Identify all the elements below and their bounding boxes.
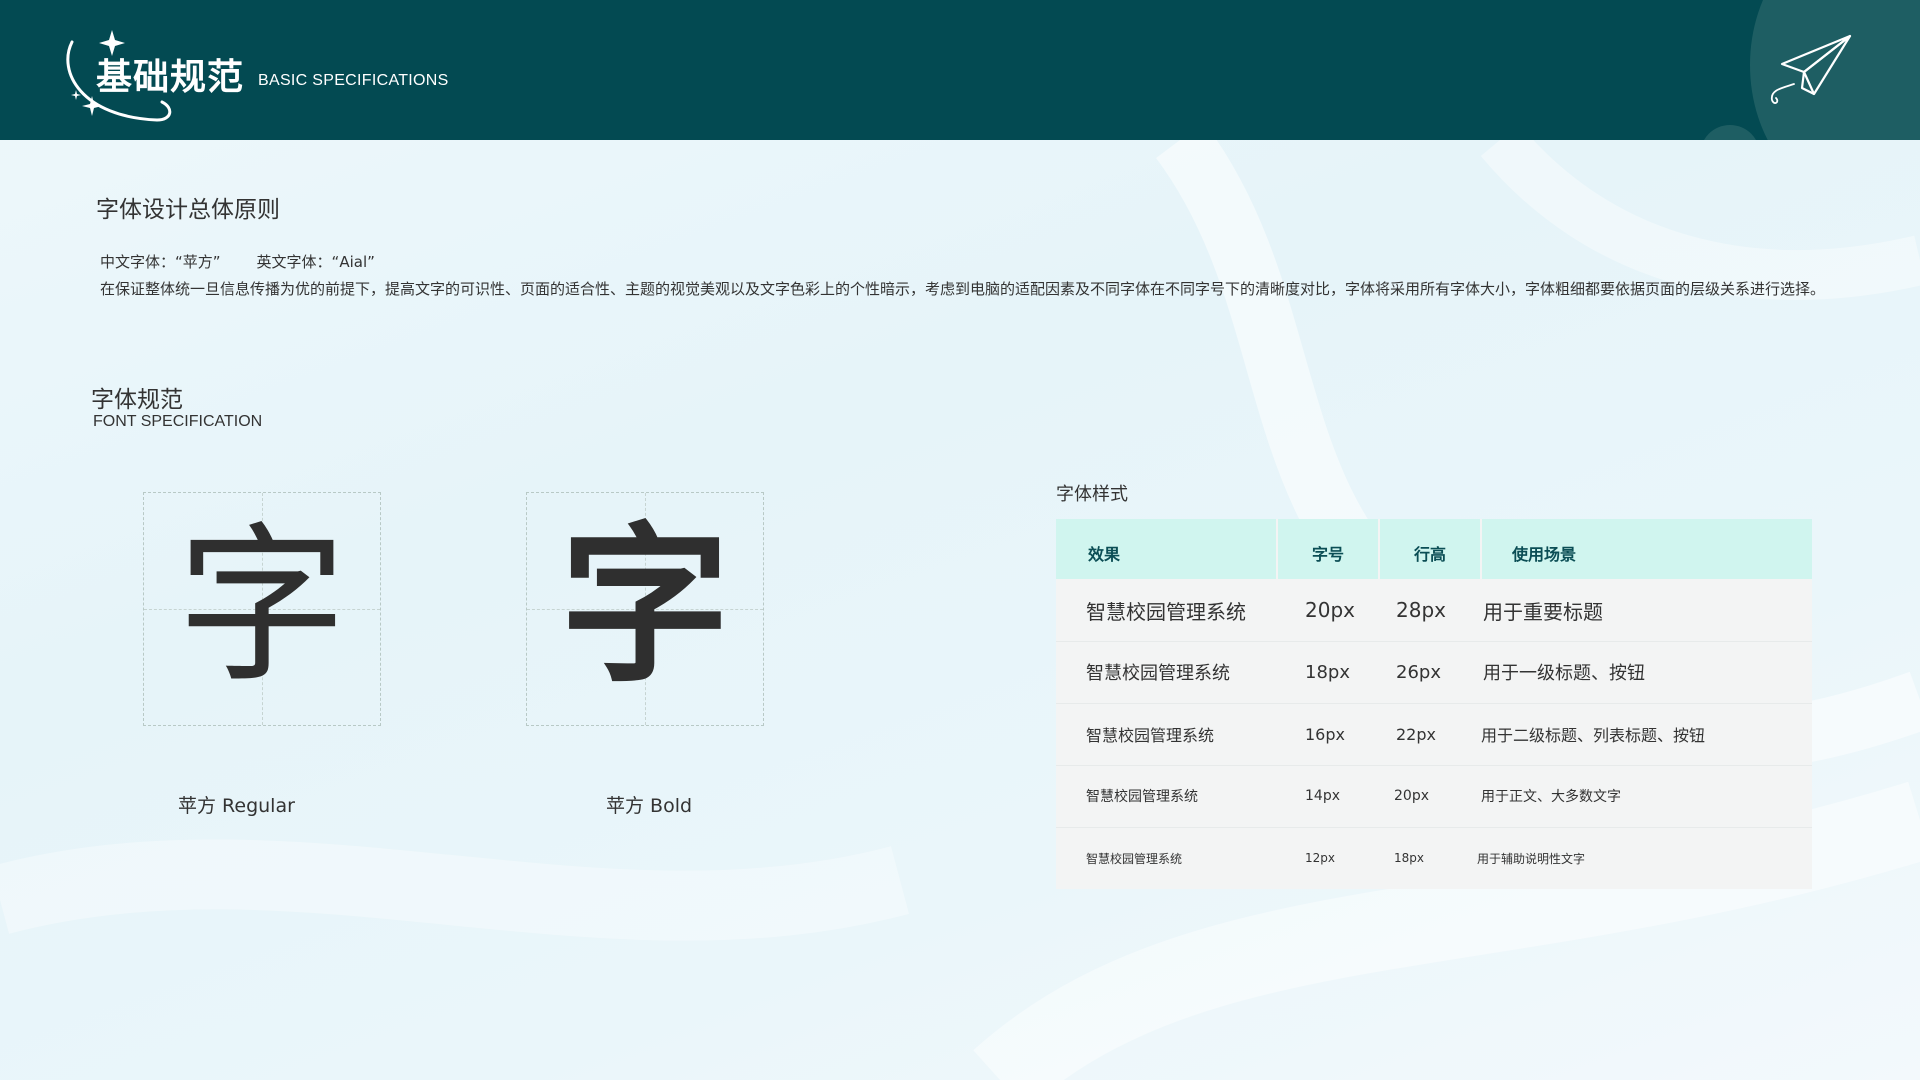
font-spec-heading: 字体规范 <box>91 387 183 413</box>
glyph-sample-regular: 字 <box>143 492 381 726</box>
principles-heading: 字体设计总体原则 <box>96 197 280 223</box>
page-title: 基础规范 <box>96 57 245 98</box>
header-size: 字号 <box>1278 519 1378 579</box>
header-line-height: 行高 <box>1380 519 1480 579</box>
cell-usage: 用于辅助说明性文字 <box>1477 851 1586 866</box>
cell-line-height: 18px <box>1394 851 1424 865</box>
cell-size: 12px <box>1305 851 1335 865</box>
page-subtitle: BASIC SPECIFICATIONS <box>258 72 449 89</box>
cell-usage: 用于重要标题 <box>1483 599 1603 624</box>
font-styles-table: 效果 字号 行高 使用场景 智慧校园管理系统 20px 28px 用于重要标题 … <box>1056 519 1812 889</box>
cell-line-height: 22px <box>1396 724 1436 744</box>
cell-effect: 智慧校园管理系统 <box>1086 851 1183 866</box>
bold-caption: 苹方 Bold <box>606 795 693 817</box>
header-usage: 使用场景 <box>1482 519 1812 579</box>
principles-description: 在保证整体统一旦信息传播为优的前提下，提高文字的可识性、页面的适合性、主题的视觉… <box>100 280 1826 298</box>
cell-line-height: 28px <box>1396 598 1446 622</box>
regular-caption: 苹方 Regular <box>178 795 295 817</box>
chinese-font-label: 中文字体：“苹方” <box>100 253 221 271</box>
cell-usage: 用于二级标题、列表标题、按钮 <box>1481 726 1706 745</box>
cell-effect: 智慧校园管理系统 <box>1086 726 1215 745</box>
font-family-line: 中文字体：“苹方” 英文字体：“Aial” <box>100 251 411 272</box>
header-effect: 效果 <box>1056 519 1276 579</box>
cell-size: 16px <box>1305 724 1345 744</box>
table-row: 智慧校园管理系统 16px 22px 用于二级标题、列表标题、按钮 <box>1056 703 1812 766</box>
english-font-label: 英文字体：“Aial” <box>256 253 375 271</box>
font-spec-subheading: FONT SPECIFICATION <box>93 413 263 430</box>
cell-size: 18px <box>1305 661 1350 683</box>
cell-effect: 智慧校园管理系统 <box>1086 789 1198 805</box>
glyph-regular: 字 <box>176 508 347 706</box>
header-bar: 基础规范 BASIC SPECIFICATIONS <box>0 0 1920 140</box>
table-row: 智慧校园管理系统 20px 28px 用于重要标题 <box>1056 579 1812 642</box>
cell-line-height: 20px <box>1394 788 1429 804</box>
cell-line-height: 26px <box>1396 661 1441 683</box>
cell-size: 14px <box>1305 788 1340 804</box>
glyph-bold: 字 <box>559 508 730 706</box>
table-row: 智慧校园管理系统 14px 20px 用于正文、大多数文字 <box>1056 765 1812 828</box>
table-row: 智慧校园管理系统 18px 26px 用于一级标题、按钮 <box>1056 641 1812 704</box>
cell-effect: 智慧校园管理系统 <box>1086 663 1230 684</box>
header-decor-circle-small <box>1700 125 1760 140</box>
glyph-sample-bold: 字 <box>526 492 764 726</box>
cell-size: 20px <box>1305 598 1355 622</box>
font-styles-label: 字体样式 <box>1056 484 1128 505</box>
cell-effect: 智慧校园管理系统 <box>1086 599 1246 624</box>
cell-usage: 用于一级标题、按钮 <box>1483 663 1645 684</box>
table-row: 智慧校园管理系统 12px 18px 用于辅助说明性文字 <box>1056 827 1812 889</box>
cell-usage: 用于正文、大多数文字 <box>1481 789 1621 805</box>
paper-plane-icon <box>1770 34 1852 104</box>
table-header: 效果 字号 行高 使用场景 <box>1056 519 1812 579</box>
